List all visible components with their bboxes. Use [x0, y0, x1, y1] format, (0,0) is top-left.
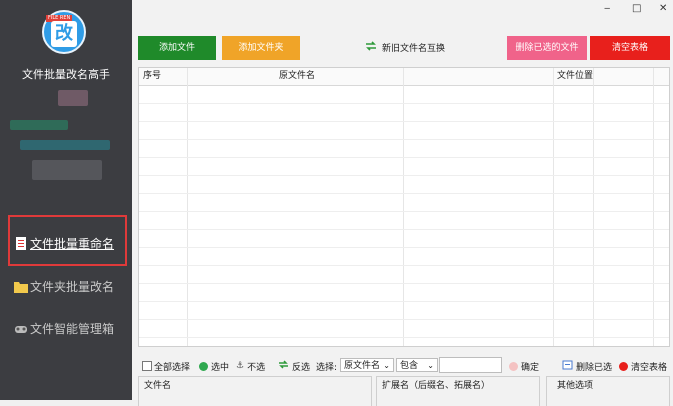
blurred-info	[32, 160, 102, 180]
nav-file-manager[interactable]: 文件智能管理箱	[14, 320, 114, 337]
close-circle-icon	[619, 361, 628, 371]
nav-label: 文件智能管理箱	[30, 322, 115, 336]
invert-icon	[278, 360, 289, 372]
anchor-icon: ⚓	[236, 361, 245, 371]
row-divider	[139, 337, 669, 338]
close-button[interactable]: ✕	[659, 3, 667, 14]
filename-section-label: 文件名	[144, 381, 172, 391]
filename-options-panel	[138, 376, 372, 406]
blurred-info	[58, 90, 88, 106]
choose-label: 选择:	[316, 362, 338, 373]
clear-table-label: 清空表格	[631, 362, 668, 373]
confirm-button[interactable]: 确定	[509, 358, 539, 374]
column-divider	[553, 68, 554, 346]
invert-button[interactable]: 反选	[278, 358, 310, 374]
deselect-label: 不选	[247, 362, 266, 373]
row-divider	[139, 157, 669, 158]
trash-icon	[562, 360, 573, 373]
row-divider	[139, 211, 669, 212]
row-divider	[139, 265, 669, 266]
row-divider	[139, 103, 669, 104]
chevron-down-icon: ⌄	[383, 361, 390, 370]
table-header: 序号 原文件名 文件位置	[139, 68, 669, 86]
document-icon	[14, 237, 28, 250]
other-section-label: 其他选项	[557, 381, 594, 391]
row-divider	[139, 319, 669, 320]
swap-names-button[interactable]: 新旧文件名互换	[365, 41, 445, 54]
app-logo: FILE REN 改	[42, 10, 86, 54]
row-divider	[139, 283, 669, 284]
delete-selected-button[interactable]: 删除已选	[562, 358, 612, 374]
invert-label: 反选	[292, 362, 311, 373]
nav-file-rename[interactable]: 文件批量重命名	[14, 235, 114, 252]
file-table[interactable]: 序号 原文件名 文件位置	[138, 67, 670, 347]
check-icon	[199, 361, 208, 371]
select-all-checkbox[interactable]: 全部选择	[142, 358, 190, 374]
clear-table-small-button[interactable]: 清空表格	[619, 358, 667, 374]
gamepad-icon	[14, 322, 28, 335]
column-divider	[403, 68, 404, 346]
column-original-name: 原文件名	[279, 71, 316, 81]
blurred-info	[20, 140, 110, 150]
sidebar: FILE REN 改 文件批量改名高手 文件批量重命名 文件夹批量改名 文件智能…	[0, 0, 132, 400]
select-button[interactable]: 选中	[199, 358, 229, 374]
main-panel: ‒ □ ✕ 添加文件 添加文件夹 新旧文件名互换 删除已选的文件 清空表格 序号…	[132, 0, 673, 406]
nav-folder-rename[interactable]: 文件夹批量改名	[14, 278, 114, 295]
app-title: 文件批量改名高手	[22, 68, 110, 81]
field-select-value: 原文件名	[344, 361, 381, 371]
column-divider	[187, 68, 188, 346]
row-divider	[139, 301, 669, 302]
add-file-button[interactable]: 添加文件	[138, 36, 216, 60]
chevron-down-icon: ⌄	[427, 361, 434, 370]
swap-icon	[365, 41, 377, 54]
minimize-button[interactable]: ‒	[604, 3, 610, 14]
clear-table-button[interactable]: 清空表格	[590, 36, 670, 60]
column-divider	[653, 68, 654, 346]
confirm-label: 确定	[521, 362, 540, 373]
row-divider	[139, 247, 669, 248]
filter-input[interactable]	[439, 357, 502, 373]
deselect-button[interactable]: ⚓ 不选	[236, 358, 265, 374]
maximize-button[interactable]: □	[632, 3, 641, 14]
row-divider	[139, 229, 669, 230]
swap-label: 新旧文件名互换	[382, 44, 446, 54]
nav-label: 文件夹批量改名	[30, 280, 115, 294]
confirm-icon	[509, 361, 518, 371]
match-select-value: 包含	[400, 361, 419, 371]
folder-icon	[14, 280, 28, 293]
add-folder-button[interactable]: 添加文件夹	[222, 36, 300, 60]
checkbox-box	[142, 361, 152, 371]
row-divider	[139, 121, 669, 122]
field-select[interactable]: 原文件名 ⌄	[340, 358, 394, 372]
delete-selected-files-button[interactable]: 删除已选的文件	[507, 36, 587, 60]
column-divider	[593, 68, 594, 346]
column-index: 序号	[143, 71, 162, 81]
row-divider	[139, 175, 669, 176]
row-divider	[139, 193, 669, 194]
row-divider	[139, 139, 669, 140]
delete-selected-label: 删除已选	[576, 362, 613, 373]
blurred-info	[10, 120, 68, 130]
column-location: 文件位置	[557, 71, 594, 81]
logo-char: 改	[51, 21, 77, 47]
select-label: 选中	[211, 362, 230, 373]
extension-section-label: 扩展名（后缀名、拓展名）	[382, 381, 491, 391]
nav-label: 文件批量重命名	[30, 237, 115, 251]
select-all-label: 全部选择	[154, 362, 191, 373]
match-select[interactable]: 包含 ⌄	[396, 358, 438, 372]
